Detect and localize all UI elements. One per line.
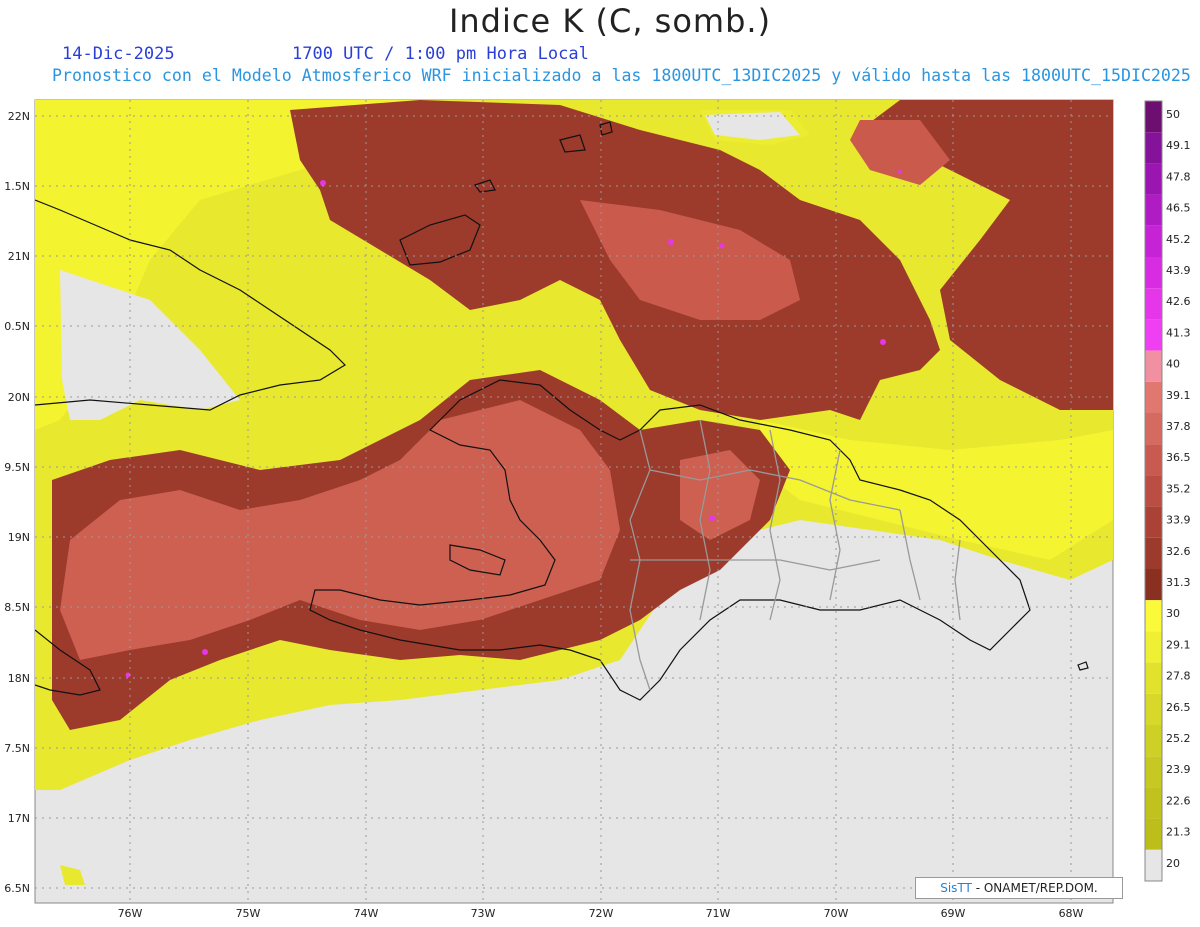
lat-label: 17N: [8, 812, 30, 825]
colorbar-swatch: [1145, 132, 1162, 164]
lon-label: 74W: [354, 907, 379, 920]
lon-label: 75W: [236, 907, 261, 920]
colorbar-swatch: [1145, 787, 1162, 819]
lat-label: 8.5N: [4, 601, 30, 614]
colorbar-swatch: [1145, 225, 1162, 257]
colorbar-swatch: [1145, 537, 1162, 569]
colorbar-label: 23.9: [1166, 763, 1191, 776]
colorbar-label: 47.8: [1166, 170, 1191, 183]
colorbar-label: 37.8: [1166, 420, 1191, 433]
colorbar-label: 26.5: [1166, 701, 1191, 714]
lat-label: 6.5N: [4, 882, 30, 895]
colorbar-label: 36.5: [1166, 451, 1191, 464]
lon-label: 70W: [824, 907, 849, 920]
lat-label: 7.5N: [4, 742, 30, 755]
lat-label: 22N: [8, 110, 30, 123]
colorbar-swatch: [1145, 444, 1162, 476]
colorbar-swatch: [1145, 319, 1162, 351]
lat-label: 21N: [8, 250, 30, 263]
lon-label: 72W: [589, 907, 614, 920]
colorbar-label: 45.2: [1166, 233, 1191, 246]
colorbar-swatch: [1145, 693, 1162, 725]
colorbar-label: 40: [1166, 358, 1180, 371]
colorbar-label: 35.2: [1166, 482, 1191, 495]
colorbar-label: 43.9: [1166, 264, 1191, 277]
colorbar-label: 22.6: [1166, 794, 1191, 807]
lon-label: 69W: [941, 907, 966, 920]
colorbar-label: 42.6: [1166, 295, 1191, 308]
colorbar: 50 49.1 47.8 46.5 45.2 43.9 42.6 41.3 40 39.1 37.8…: [1144, 100, 1191, 882]
colorbar-swatch: [1145, 194, 1162, 226]
colorbar-label: 39.1: [1166, 389, 1191, 402]
colorbar-swatch: [1145, 101, 1162, 133]
colorbar-swatch: [1145, 662, 1162, 694]
colorbar-label: 21.3: [1166, 826, 1191, 839]
colorbar-swatch: [1145, 818, 1162, 850]
lat-label: 1.5N: [4, 180, 30, 193]
colorbar-swatch: [1145, 725, 1162, 757]
lon-label: 68W: [1059, 907, 1084, 920]
colorbar-label: 30: [1166, 607, 1180, 620]
colorbar-swatch: [1145, 631, 1162, 663]
weather-map: 22N 1.5N 21N 0.5N 20N 9.5N 19N 8.5N 18N …: [4, 99, 1191, 920]
colorbar-label: 31.3: [1166, 576, 1191, 589]
colorbar-swatch: [1145, 413, 1162, 445]
colorbar-label: 32.6: [1166, 545, 1191, 558]
colorbar-label: 50: [1166, 108, 1180, 121]
colorbar-swatch: [1145, 475, 1162, 507]
colorbar-swatch: [1145, 257, 1162, 289]
lat-label: 9.5N: [4, 461, 30, 474]
colorbar-label: 49.1: [1166, 139, 1191, 152]
colorbar-label: 27.8: [1166, 670, 1191, 683]
lon-label: 73W: [471, 907, 496, 920]
colorbar-label: 33.9: [1166, 514, 1191, 527]
colorbar-label: 41.3: [1166, 326, 1191, 339]
colorbar-label: 20: [1166, 857, 1180, 870]
colorbar-label: 46.5: [1166, 202, 1191, 215]
longitude-axis: 76W 75W 74W 73W 72W 71W 70W 69W 68W: [118, 907, 1084, 920]
colorbar-swatch: [1145, 288, 1162, 320]
latitude-axis: 22N 1.5N 21N 0.5N 20N 9.5N 19N 8.5N 18N …: [4, 110, 30, 895]
lat-label: 19N: [8, 531, 30, 544]
colorbar-swatch: [1145, 381, 1162, 413]
colorbar-swatch: [1145, 600, 1162, 632]
sistt-logo-text: SisTT: [940, 881, 972, 895]
colorbar-label: 29.1: [1166, 638, 1191, 651]
colorbar-label: 25.2: [1166, 732, 1191, 745]
lat-label: 20N: [8, 391, 30, 404]
lon-label: 71W: [706, 907, 731, 920]
credit-text: - ONAMET/REP.DOM.: [971, 881, 1098, 895]
colorbar-swatch: [1145, 849, 1162, 881]
colorbar-swatch: [1145, 350, 1162, 382]
colorbar-swatch: [1145, 756, 1162, 788]
colorbar-swatch: [1145, 506, 1162, 538]
credit-box: SisTT - ONAMET/REP.DOM.: [915, 877, 1123, 899]
lon-label: 76W: [118, 907, 143, 920]
colorbar-swatch: [1145, 569, 1162, 601]
lat-label: 18N: [8, 672, 30, 685]
lat-label: 0.5N: [4, 320, 30, 333]
colorbar-swatch: [1145, 163, 1162, 195]
